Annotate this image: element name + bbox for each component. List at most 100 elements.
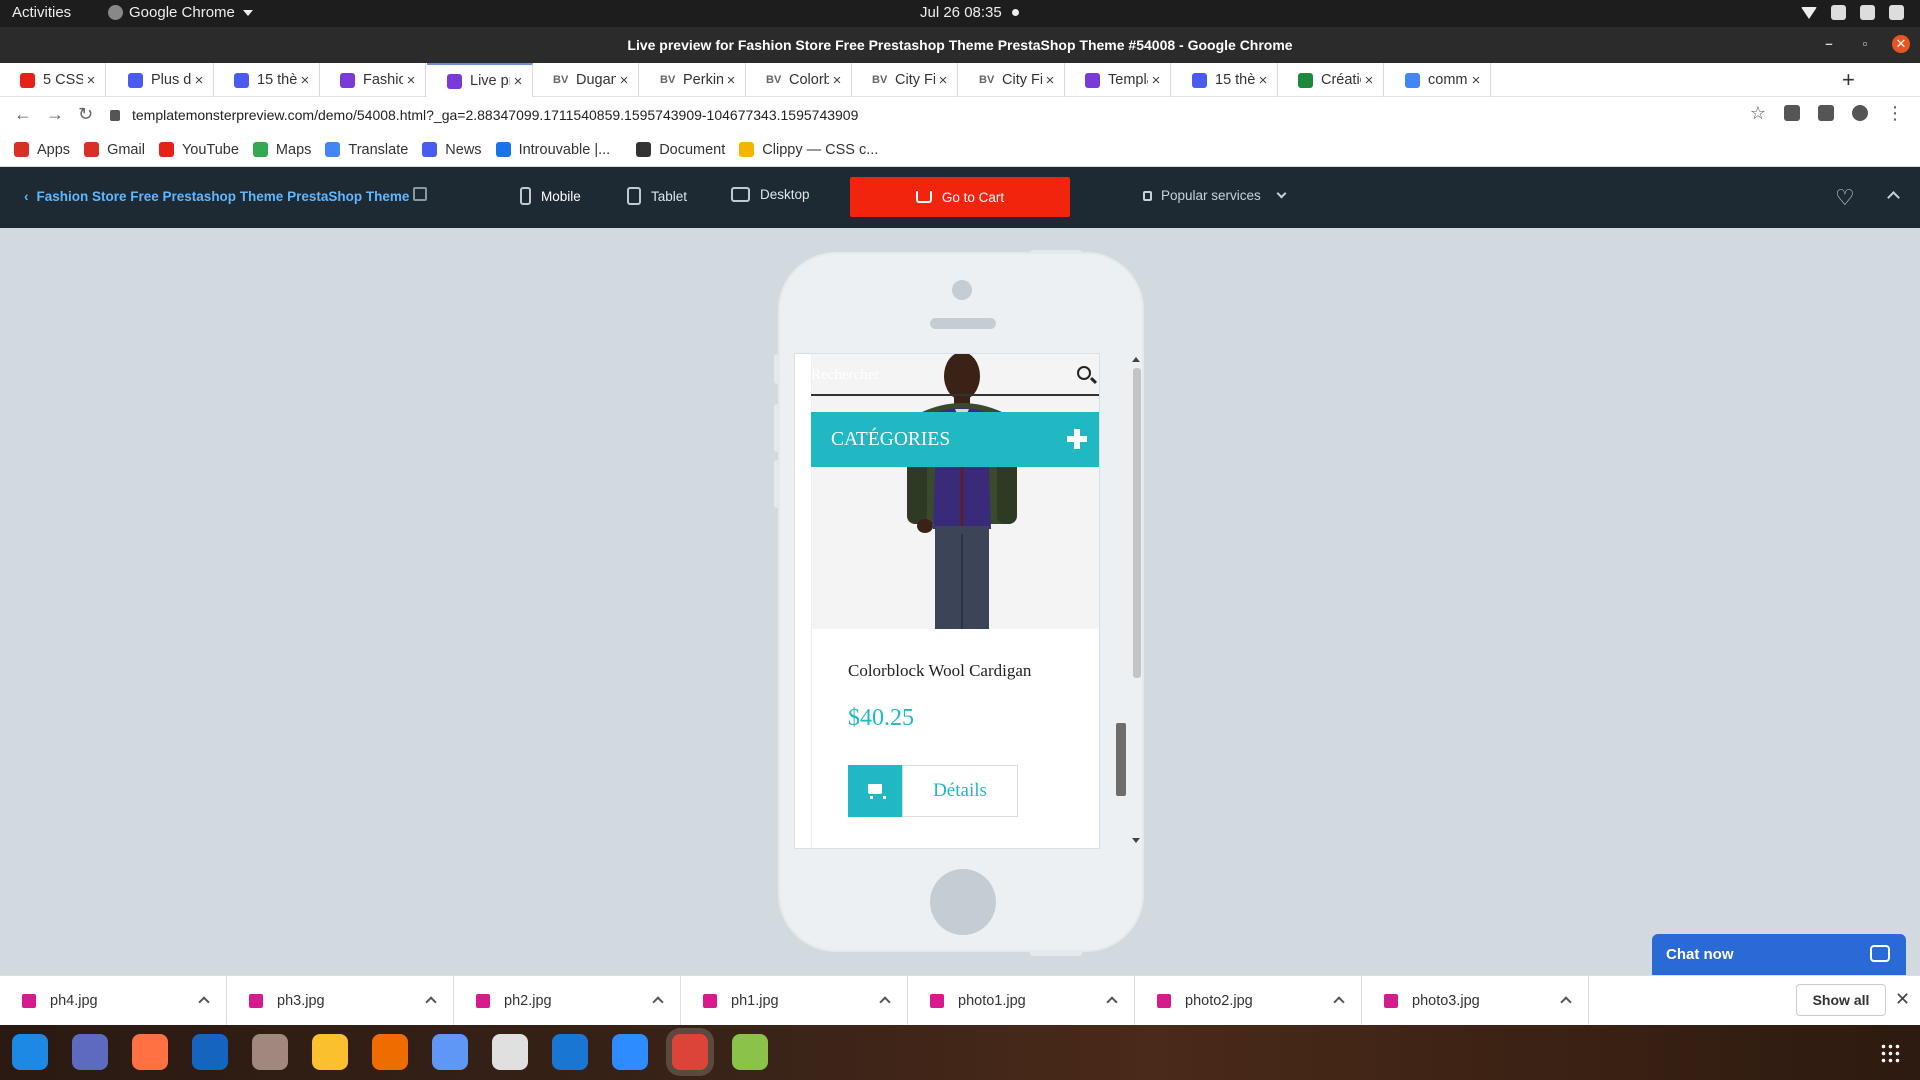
bookmark-item[interactable]: Clippy — CSS c... <box>739 142 878 158</box>
profile-avatar[interactable] <box>1852 105 1868 121</box>
address-bar[interactable]: templatemonsterpreview.com/demo/54008.ht… <box>110 101 1760 129</box>
chevron-up-icon[interactable] <box>1887 191 1900 204</box>
device-mobile-button[interactable]: Mobile <box>520 187 581 205</box>
page-scroll-indicator[interactable] <box>1116 723 1126 796</box>
download-item[interactable]: ph2.jpg <box>454 976 681 1026</box>
help-icon[interactable] <box>12 1034 48 1070</box>
maximize-button[interactable]: ▫ <box>1856 35 1874 53</box>
web-icon[interactable] <box>732 1034 768 1070</box>
close-tab-icon[interactable]: × <box>403 72 419 89</box>
close-tab-icon[interactable]: × <box>1148 72 1164 89</box>
bookmark-item[interactable]: Apps <box>14 142 70 158</box>
software-icon[interactable] <box>372 1034 408 1070</box>
close-tab-icon[interactable]: × <box>191 72 207 89</box>
add-to-cart-button[interactable] <box>848 765 902 817</box>
system-tray[interactable] <box>1801 5 1904 20</box>
slack-icon[interactable] <box>492 1034 528 1070</box>
download-item[interactable]: ph3.jpg <box>227 976 454 1026</box>
search-input[interactable] <box>811 362 1061 388</box>
vscode-icon[interactable] <box>552 1034 588 1070</box>
chromium-icon[interactable] <box>432 1034 468 1070</box>
translate-icon[interactable] <box>72 1034 108 1070</box>
firefox-icon[interactable] <box>132 1034 168 1070</box>
external-link-icon[interactable] <box>413 187 427 201</box>
show-applications-icon[interactable] <box>1880 1043 1900 1063</box>
bookmark-item[interactable]: Maps <box>252 142 311 158</box>
lock-icon[interactable] <box>110 109 120 121</box>
forward-button[interactable]: → <box>46 104 64 125</box>
device-desktop-button[interactable]: Desktop <box>731 187 810 202</box>
browser-tab[interactable]: BV City Fit Tu× <box>959 63 1065 97</box>
close-tab-icon[interactable]: × <box>297 72 313 89</box>
bookmark-item[interactable]: Translate <box>325 142 408 158</box>
thunderbird-icon[interactable] <box>192 1034 228 1070</box>
chat-now-widget[interactable]: Chat now <box>1652 934 1906 975</box>
close-icon[interactable]: ✕ <box>1895 989 1910 1010</box>
extensions-icon[interactable] <box>1784 105 1800 121</box>
rhythmbox-icon[interactable] <box>312 1034 348 1070</box>
go-to-cart-button[interactable]: Go to Cart <box>850 177 1070 217</box>
close-tab-icon[interactable]: × <box>723 72 739 89</box>
chevron-up-icon[interactable] <box>1560 996 1572 1008</box>
close-tab-icon[interactable]: × <box>829 72 845 89</box>
browser-tab[interactable]: Plus de 10× <box>108 63 214 97</box>
browser-tab[interactable]: BV Dugan W× <box>533 63 639 97</box>
minimize-button[interactable]: – <box>1820 35 1838 53</box>
browser-tab[interactable]: Création× <box>1278 63 1384 97</box>
reload-button[interactable]: ↻ <box>78 104 93 125</box>
details-button[interactable]: Détails <box>902 765 1018 817</box>
chevron-up-icon[interactable] <box>652 996 664 1008</box>
show-all-downloads-button[interactable]: Show all <box>1796 984 1886 1016</box>
files-icon[interactable] <box>252 1034 288 1070</box>
chevron-up-icon[interactable] <box>425 996 437 1008</box>
bookmark-item[interactable]: News <box>422 142 482 158</box>
browser-tab[interactable]: Fashion S× <box>320 63 426 97</box>
close-window-button[interactable]: ✕ <box>1892 35 1910 53</box>
browser-tab[interactable]: 15 thème× <box>1172 63 1278 97</box>
download-item[interactable]: photo3.jpg <box>1362 976 1589 1026</box>
chevron-up-icon[interactable] <box>879 996 891 1008</box>
close-tab-icon[interactable]: × <box>1042 72 1058 89</box>
close-tab-icon[interactable]: × <box>1361 72 1377 89</box>
browser-tab[interactable]: Template× <box>1065 63 1171 97</box>
back-button[interactable]: ← <box>14 104 32 125</box>
heart-icon[interactable]: ♡ <box>1835 185 1855 211</box>
clock[interactable]: Jul 26 08:35 <box>920 4 1019 21</box>
media-icon[interactable] <box>1818 105 1834 121</box>
download-item[interactable]: photo1.jpg <box>908 976 1135 1026</box>
browser-tab[interactable]: BV City Fit Tu× <box>852 63 958 97</box>
chevron-up-icon[interactable] <box>198 996 210 1008</box>
download-item[interactable]: ph1.jpg <box>681 976 908 1026</box>
activities-button[interactable]: Activities <box>12 4 71 21</box>
browser-tab[interactable]: BV Perkins P× <box>640 63 746 97</box>
scroll-down-arrow-icon[interactable] <box>1132 838 1140 843</box>
scrollbar-thumb[interactable] <box>1133 368 1141 678</box>
close-tab-icon[interactable]: × <box>935 72 951 89</box>
browser-tab[interactable]: comment× <box>1385 63 1491 97</box>
scroll-up-arrow-icon[interactable] <box>1132 357 1140 362</box>
browser-tab[interactable]: 5 CSS × <box>0 63 106 97</box>
close-tab-icon[interactable]: × <box>1468 72 1484 89</box>
close-tab-icon[interactable]: × <box>1255 72 1271 89</box>
new-tab-button[interactable]: + <box>1842 67 1855 93</box>
download-item[interactable]: photo2.jpg <box>1135 976 1362 1026</box>
chevron-up-icon[interactable] <box>1333 996 1345 1008</box>
download-item[interactable]: ph4.jpg <box>0 976 227 1026</box>
popular-services-dropdown[interactable]: Popular services <box>1143 188 1287 203</box>
bookmark-item[interactable]: Introuvable |... <box>495 142 610 158</box>
search-icon[interactable] <box>1077 366 1091 380</box>
close-tab-icon[interactable]: × <box>510 73 526 90</box>
bookmark-star-icon[interactable]: ☆ <box>1750 104 1766 122</box>
product-name[interactable]: Colorblock Wool Cardigan <box>848 661 1031 681</box>
browser-tab[interactable]: BV Colorbloc× <box>746 63 852 97</box>
browser-tab[interactable]: 15 thème× <box>214 63 320 97</box>
close-tab-icon[interactable]: × <box>616 72 632 89</box>
chrome-icon[interactable] <box>672 1034 708 1070</box>
bookmark-item[interactable]: Gmail <box>84 142 145 158</box>
plus-icon[interactable] <box>1067 429 1087 449</box>
categories-toggle[interactable]: CATÉGORIES <box>811 412 1099 467</box>
back-to-product-link[interactable]: ‹ Fashion Store Free Prestashop Theme Pr… <box>24 189 409 204</box>
browser-tab[interactable]: Live previ× <box>427 63 533 97</box>
zoom-icon[interactable] <box>612 1034 648 1070</box>
device-tablet-button[interactable]: Tablet <box>627 187 687 205</box>
